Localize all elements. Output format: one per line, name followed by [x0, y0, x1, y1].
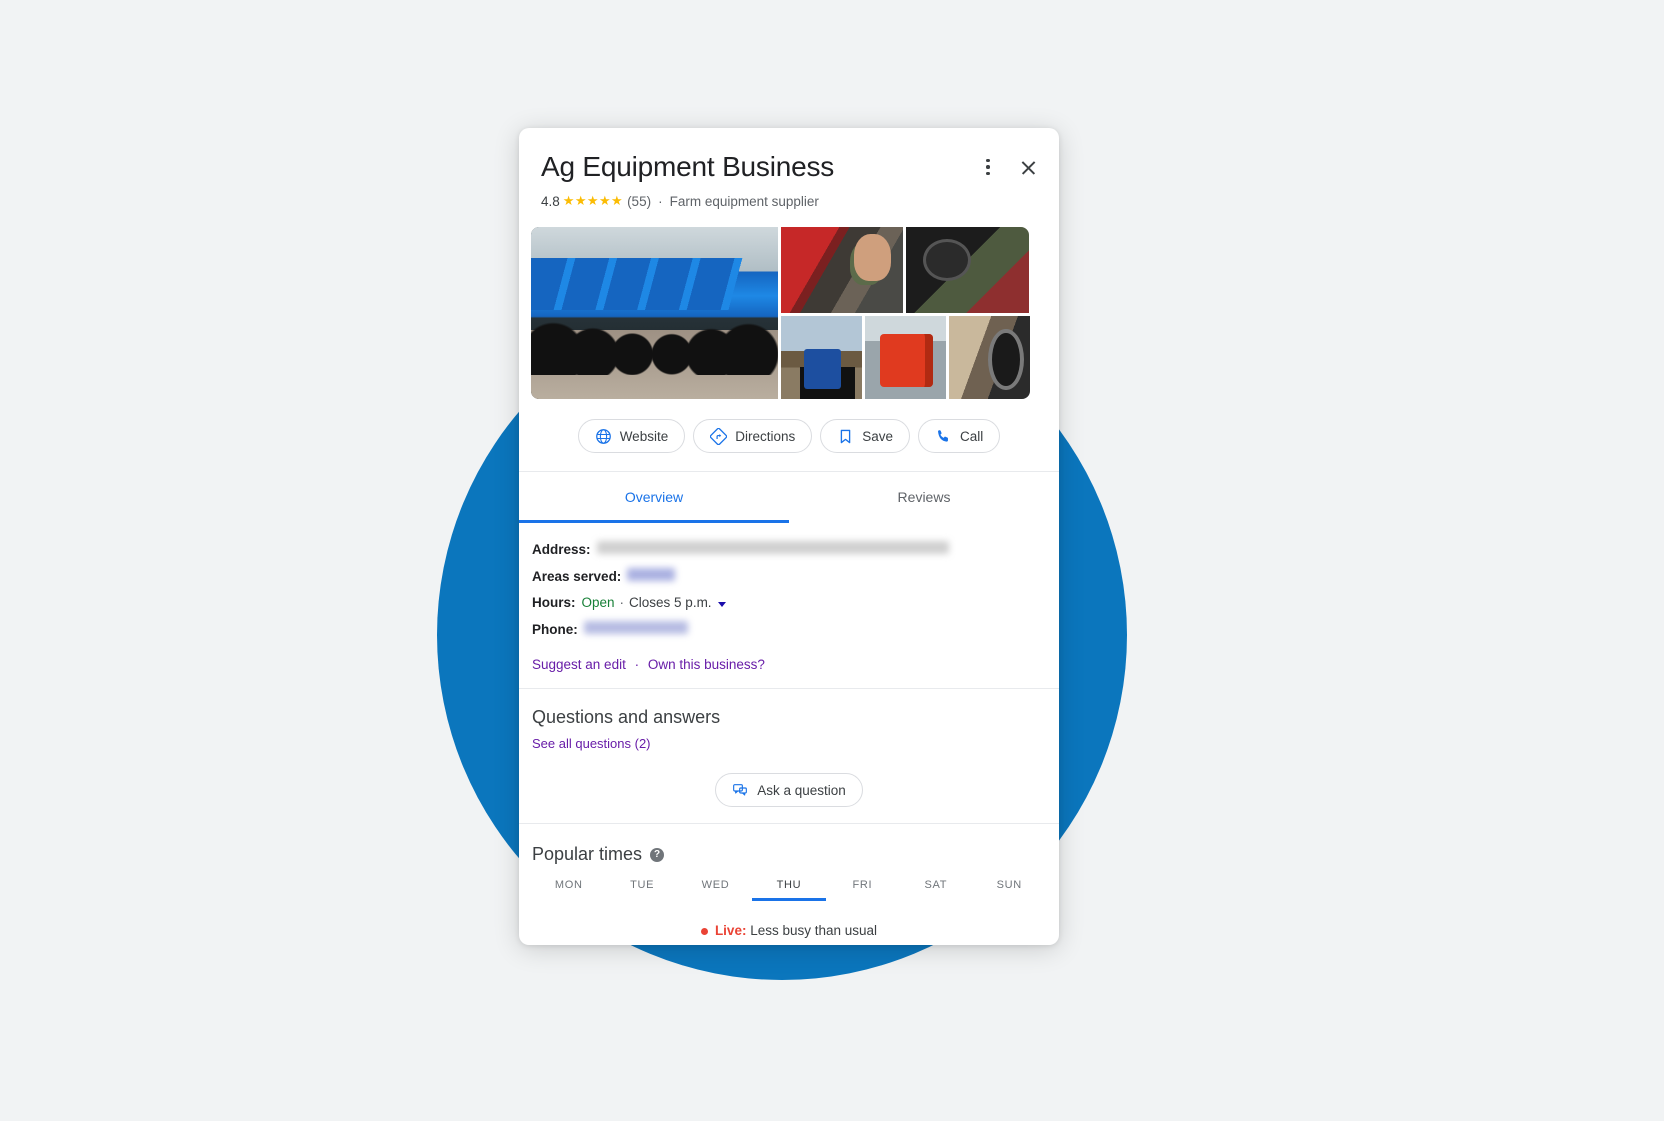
- close-button[interactable]: [1015, 154, 1041, 180]
- action-button-row: Website Directions Save Call: [519, 419, 1059, 471]
- hours-expand-chevron-down-icon[interactable]: [717, 602, 726, 607]
- day-tab-sun[interactable]: SUN: [973, 879, 1046, 901]
- directions-icon: [710, 427, 728, 445]
- ask-a-question-button[interactable]: Ask a question: [715, 773, 863, 807]
- live-busyness-text: Less busy than usual: [750, 923, 878, 938]
- photo-mechanic-engine[interactable]: [906, 227, 1029, 313]
- business-info-card: Ag Equipment Business 4.8 ★★★★★ (55) · F…: [519, 128, 1059, 945]
- day-tab-mon[interactable]: MON: [532, 879, 605, 901]
- hours-closing-time: Closes 5 p.m.: [629, 595, 712, 610]
- business-details-section: Address: Areas served: Hours: Open · Clo…: [519, 523, 1059, 689]
- photo-red-tractor-image: [865, 316, 946, 399]
- photo-tractor-lineup[interactable]: [531, 227, 778, 399]
- separator-dot: ·: [658, 193, 663, 209]
- day-tab-fri[interactable]: FRI: [826, 879, 899, 901]
- photo-tractor-lineup-image: [531, 227, 778, 399]
- live-label: Live:: [714, 923, 747, 938]
- day-tab-wed[interactable]: WED: [679, 879, 752, 901]
- address-value-redacted[interactable]: [596, 541, 949, 554]
- qa-section-title: Questions and answers: [532, 707, 721, 727]
- chat-bubbles-icon: [733, 784, 748, 796]
- review-count[interactable]: (55): [627, 194, 651, 209]
- questions-and-answers-section: Questions and answers See all questions …: [519, 689, 1059, 824]
- day-tab-sat[interactable]: SAT: [899, 879, 972, 901]
- areas-served-value-redacted[interactable]: [627, 568, 676, 581]
- photo-blue-compact-tractor[interactable]: [781, 316, 862, 399]
- directions-button-label: Directions: [735, 428, 796, 444]
- popular-times-day-tabs: MON TUE WED THU FRI SAT SUN: [532, 879, 1046, 901]
- page-root: Ag Equipment Business 4.8 ★★★★★ (55) · F…: [0, 0, 1664, 1121]
- address-label: Address:: [532, 542, 591, 557]
- rating-summary: 4.8 ★★★★★ (55) · Farm equipment supplier: [541, 193, 1037, 209]
- ask-a-question-label: Ask a question: [757, 782, 846, 798]
- rating-value: 4.8: [541, 193, 560, 209]
- hours-label: Hours:: [532, 595, 576, 610]
- call-button-label: Call: [960, 428, 984, 444]
- photo-gallery-right-column: [781, 227, 1047, 399]
- edit-links-separator: ·: [634, 657, 640, 672]
- popular-times-title: Popular times: [532, 844, 643, 864]
- help-icon[interactable]: ?: [650, 847, 665, 862]
- live-busyness-status: Live: Less busy than usual: [532, 923, 1046, 938]
- hours-separator: ·: [619, 595, 625, 610]
- see-all-questions-link[interactable]: See all questions (2): [532, 736, 651, 751]
- phone-label: Phone:: [532, 622, 578, 637]
- photo-blue-compact-tractor-image: [781, 316, 862, 399]
- kebab-menu-icon: [986, 158, 990, 176]
- edit-links-row: Suggest an edit · Own this business?: [532, 657, 1046, 672]
- header-actions: [975, 154, 1041, 180]
- photo-gallery-bottom-row: [781, 316, 1047, 399]
- call-button[interactable]: Call: [918, 419, 1001, 453]
- ask-question-row: Ask a question: [532, 773, 1046, 807]
- phone-value-redacted[interactable]: [583, 621, 688, 634]
- photo-tractor-wheel[interactable]: [949, 316, 1030, 399]
- popular-times-section: Popular times ? MON TUE WED THU FRI SAT …: [519, 824, 1059, 945]
- phone-row: Phone:: [532, 621, 1046, 637]
- suggest-an-edit-link[interactable]: Suggest an edit: [532, 657, 626, 672]
- tab-bar: Overview Reviews: [519, 471, 1059, 523]
- areas-served-label: Areas served:: [532, 569, 622, 584]
- photo-mechanic-red-machine-image: [781, 227, 903, 313]
- photo-red-tractor[interactable]: [865, 316, 946, 399]
- popular-times-header: Popular times ?: [532, 844, 1046, 865]
- star-rating-icon: ★★★★★: [562, 193, 624, 208]
- website-button[interactable]: Website: [577, 419, 686, 453]
- photo-gallery-top-row: [781, 227, 1047, 313]
- live-indicator-dot-icon: [700, 927, 708, 935]
- own-this-business-link[interactable]: Own this business?: [648, 657, 765, 672]
- save-button[interactable]: Save: [820, 419, 911, 453]
- more-options-button[interactable]: [975, 154, 1001, 180]
- business-title: Ag Equipment Business: [541, 151, 835, 182]
- hours-row: Hours: Open · Closes 5 p.m.: [532, 595, 1046, 610]
- address-row: Address:: [532, 541, 1046, 557]
- areas-served-row: Areas served:: [532, 568, 1046, 584]
- photo-mechanic-red-machine[interactable]: [781, 227, 903, 313]
- bookmark-icon: [840, 429, 851, 443]
- day-tab-tue[interactable]: TUE: [605, 879, 678, 901]
- phone-icon: [938, 429, 948, 442]
- hours-status: Open: [581, 595, 615, 610]
- close-icon: [1020, 159, 1037, 176]
- globe-icon: [595, 428, 611, 444]
- website-button-label: Website: [619, 428, 669, 444]
- photo-gallery[interactable]: [531, 227, 1047, 399]
- tab-overview[interactable]: Overview: [519, 472, 789, 523]
- business-category: Farm equipment supplier: [669, 193, 819, 209]
- tab-reviews[interactable]: Reviews: [789, 472, 1059, 523]
- directions-button[interactable]: Directions: [693, 419, 813, 453]
- card-header: Ag Equipment Business 4.8 ★★★★★ (55) · F…: [519, 128, 1059, 209]
- save-button-label: Save: [862, 428, 894, 444]
- photo-tractor-wheel-image: [949, 316, 1030, 399]
- day-tab-thu[interactable]: THU: [752, 879, 826, 901]
- photo-mechanic-engine-image: [906, 227, 1029, 313]
